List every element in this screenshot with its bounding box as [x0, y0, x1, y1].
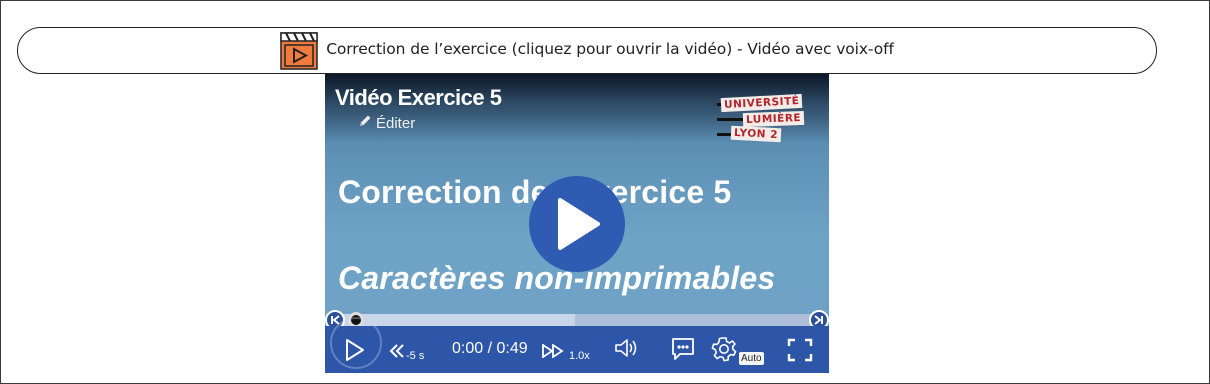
- playback-speed-button[interactable]: 1.0x: [541, 340, 590, 362]
- captions-icon: [672, 338, 694, 360]
- video-title[interactable]: Vidéo Exercice 5: [335, 85, 502, 111]
- control-bar: -5 s 0:00 / 0:49 1.0x Auto: [325, 317, 829, 373]
- video-toggle-button[interactable]: Correction de l’exercice (cliquez pour o…: [17, 27, 1157, 74]
- captions-button[interactable]: [671, 337, 695, 361]
- rewind-icon: [389, 344, 404, 358]
- skip-end-icon: [814, 315, 823, 325]
- logo-line-3: LYON 2: [730, 125, 782, 143]
- video-clapper-icon: [280, 31, 318, 70]
- fullscreen-button[interactable]: [787, 338, 813, 362]
- pencil-icon: [358, 114, 372, 132]
- logo-line-1: UNIVERSITÉ: [720, 93, 803, 113]
- play-focus-ring: [330, 317, 382, 369]
- video-toggle-label: Correction de l’exercice (cliquez pour o…: [326, 39, 894, 58]
- quality-badge: Auto: [739, 352, 764, 365]
- content-frame: Correction de l’exercice (cliquez pour o…: [0, 0, 1210, 384]
- speed-label: 1.0x: [569, 350, 590, 362]
- edit-link[interactable]: Éditer: [358, 114, 415, 132]
- gear-icon: [711, 337, 737, 362]
- settings-button[interactable]: [711, 336, 737, 362]
- fullscreen-icon: [787, 338, 813, 362]
- rewind-label: -5 s: [406, 350, 425, 362]
- fast-forward-icon: [542, 344, 564, 358]
- edit-label: Éditer: [376, 114, 416, 132]
- time-display: 0:00 / 0:49: [452, 340, 528, 357]
- university-logo: UNIVERSITÉ LUMIÈRE LYON 2: [717, 93, 819, 148]
- big-play-button[interactable]: [529, 176, 625, 272]
- play-icon: [558, 198, 600, 250]
- volume-button[interactable]: [614, 338, 640, 358]
- logo-line-2: LUMIÈRE: [742, 110, 805, 128]
- progress-bar[interactable]: [335, 312, 819, 328]
- video-player[interactable]: Vidéo Exercice 5 Éditer UNIVERSITÉ LUMIÈ…: [325, 74, 829, 373]
- rewind-button[interactable]: -5 s: [389, 340, 424, 362]
- play-button[interactable]: [327, 317, 382, 372]
- volume-icon: [615, 339, 637, 357]
